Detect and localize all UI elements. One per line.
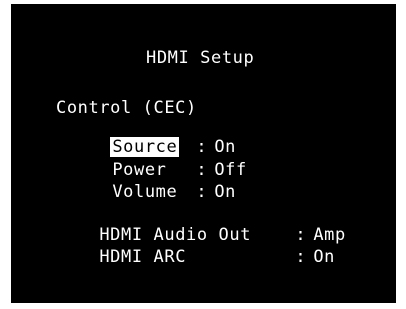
- menu-item-volume-value[interactable]: On: [214, 182, 236, 202]
- menu-item-hdmi-arc[interactable]: HDMI ARC: On: [56, 232, 335, 283]
- menu-item-hdmi-arc-value[interactable]: On: [313, 247, 335, 267]
- control-cec-section-label: Control (CEC): [56, 98, 197, 118]
- menu-title: HDMI Setup: [146, 48, 255, 68]
- separator: :: [196, 182, 208, 202]
- menu-item-hdmi-arc-label: HDMI ARC: [99, 247, 187, 267]
- menu-item-volume-label: Volume: [112, 182, 178, 202]
- separator: :: [295, 247, 307, 267]
- osd-screen: HDMI Setup Control (CEC) Source: On Power…: [11, 4, 396, 303]
